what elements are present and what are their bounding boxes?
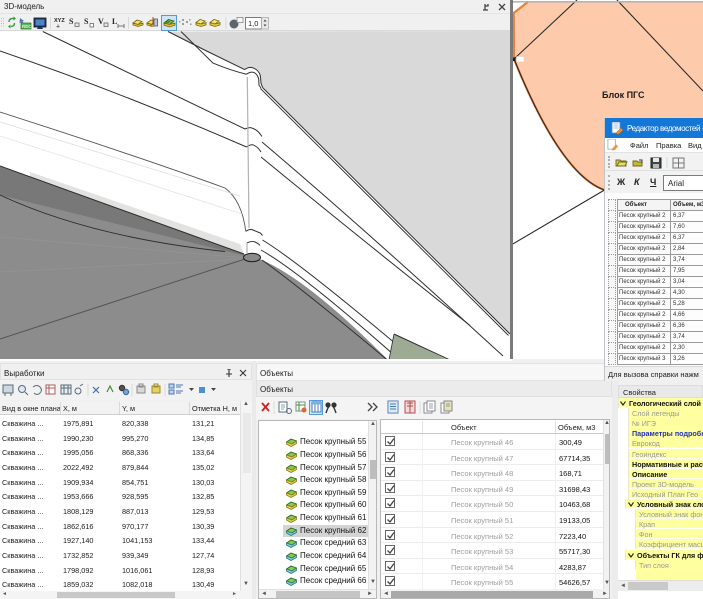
svg-text:+: + [56,24,60,31]
svg-text:V: V [98,17,104,26]
svg-text:1,0: 1,0 [248,19,258,28]
svg-text:S: S [84,17,89,26]
svg-text:Блок ПГС: Блок ПГС [602,90,645,100]
svg-text:REC: REC [22,24,32,29]
svg-text:S: S [69,17,74,26]
svg-text:L: L [112,17,117,26]
